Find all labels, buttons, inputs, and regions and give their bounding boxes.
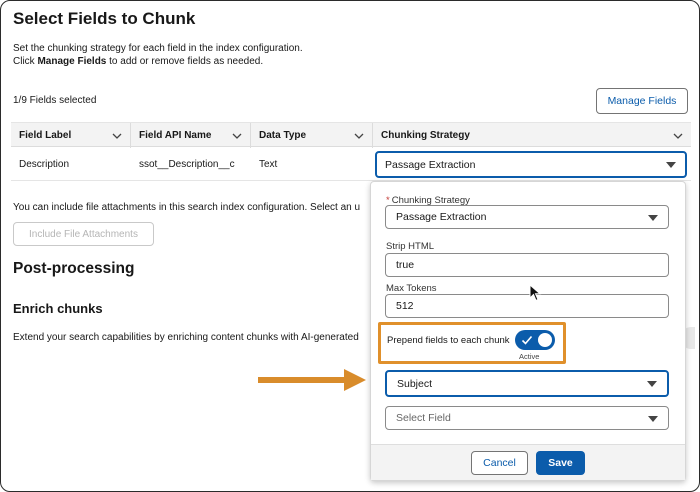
description-post: to add or remove fields as needed. — [106, 56, 264, 67]
column-header-api-name[interactable]: Field API Name — [131, 123, 251, 148]
column-label: Chunking Strategy — [381, 130, 470, 141]
strip-html-input[interactable]: true — [385, 253, 669, 277]
column-header-chunking-strategy[interactable]: Chunking Strategy — [373, 123, 691, 148]
chevron-down-icon — [112, 133, 122, 139]
manage-fields-button[interactable]: Manage Fields — [596, 88, 688, 114]
select-value: Subject — [397, 377, 433, 390]
table-row: Description ssot__Description__c Text Pa… — [11, 148, 691, 181]
column-label: Field API Name — [139, 130, 212, 141]
strip-html-label: Strip HTML — [386, 241, 435, 252]
select-placeholder: Select Field — [396, 412, 451, 424]
toggle-state-label: Active — [519, 352, 540, 361]
check-icon — [521, 335, 533, 345]
prepend-fields-label: Prepend fields to each chunk — [387, 335, 510, 346]
page-description: Set the chunking strategy for each field… — [13, 42, 433, 68]
strategy-select[interactable]: Passage Extraction — [385, 205, 669, 229]
dropdown-triangle-icon — [647, 381, 657, 387]
cell-data-type: Text — [259, 159, 278, 170]
mouse-cursor-icon — [529, 284, 542, 302]
column-header-data-type[interactable]: Data Type — [251, 123, 373, 148]
post-processing-heading: Post-processing — [13, 260, 135, 277]
description-pre: Click — [13, 56, 38, 67]
chevron-down-icon — [354, 133, 364, 139]
app-window: Select Fields to Chunk Set the chunking … — [0, 0, 700, 492]
chevron-down-icon — [232, 133, 242, 139]
cell-api-name: ssot__Description__c — [139, 159, 235, 170]
max-tokens-input[interactable]: 512 — [385, 294, 669, 318]
prepend-fields-highlight: Prepend fields to each chunk Active — [378, 322, 566, 364]
column-label: Data Type — [259, 130, 307, 141]
prepend-field-select-2[interactable]: Select Field — [385, 406, 669, 430]
toggle-knob — [538, 333, 552, 347]
select-value: Passage Extraction — [396, 211, 487, 223]
description-bold: Manage Fields — [37, 56, 107, 67]
max-tokens-label: Max Tokens — [386, 283, 437, 294]
annotation-arrow-icon — [258, 369, 366, 391]
enrich-chunks-description: Extend your search capabilities by enric… — [13, 332, 359, 343]
dropdown-triangle-icon — [666, 162, 676, 168]
dropdown-triangle-icon — [648, 416, 658, 422]
chunking-strategy-popover: * Chunking Strategy Passage Extraction St… — [370, 181, 686, 481]
enrich-chunks-heading: Enrich chunks — [13, 301, 103, 316]
chevron-down-icon — [673, 133, 683, 139]
prepend-field-select-1[interactable]: Subject — [385, 370, 669, 397]
fields-selected-count: 1/9 Fields selected — [13, 95, 97, 106]
attachments-description: You can include file attachments in this… — [13, 202, 361, 213]
page-title: Select Fields to Chunk — [13, 9, 196, 28]
dropdown-triangle-icon — [648, 215, 658, 221]
column-label: Field Label — [19, 130, 72, 141]
cell-field-label: Description — [19, 159, 70, 170]
popover-footer: Cancel Save — [371, 444, 685, 480]
save-button[interactable]: Save — [536, 451, 585, 475]
select-value: Passage Extraction — [385, 158, 476, 171]
cancel-button[interactable]: Cancel — [471, 451, 528, 475]
column-header-field-label[interactable]: Field Label — [11, 123, 131, 148]
description-line-2: Click Manage Fields to add or remove fie… — [13, 55, 433, 68]
prepend-fields-toggle[interactable] — [515, 330, 555, 350]
table-header: Field Label Field API Name Data Type Chu… — [11, 122, 691, 148]
description-line-1: Set the chunking strategy for each field… — [13, 43, 303, 54]
include-file-attachments-button[interactable]: Include File Attachments — [13, 222, 154, 246]
chunking-strategy-select[interactable]: Passage Extraction — [375, 151, 687, 178]
